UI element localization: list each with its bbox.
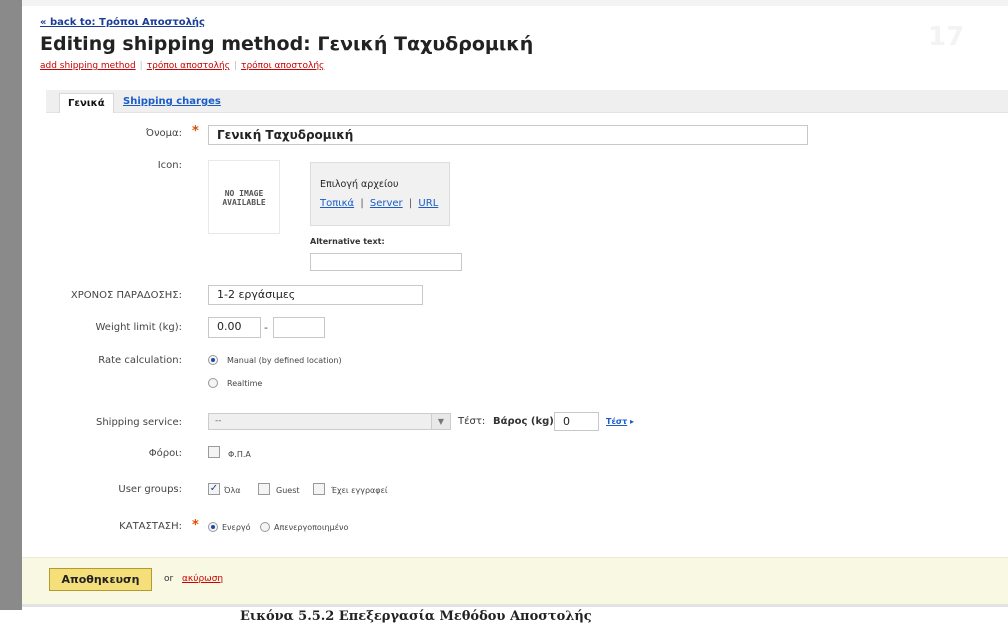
file-source-local-link[interactable]: Τοπικά bbox=[320, 198, 354, 209]
weight-min-input[interactable]: 0.00 bbox=[208, 317, 261, 338]
test-weight-input[interactable]: 0 bbox=[554, 412, 599, 431]
rate-calculation-label: Rate calculation: bbox=[98, 355, 182, 366]
add-shipping-method-link[interactable]: add shipping method bbox=[40, 61, 136, 71]
delivery-time-input[interactable]: 1-2 εργάσιμες bbox=[208, 285, 423, 305]
shipping-service-select[interactable]: -- ▼ bbox=[208, 413, 451, 430]
status-inactive-label: Απενεργοποιημένο bbox=[274, 523, 349, 532]
no-image-text-2: AVAILABLE bbox=[222, 198, 266, 207]
tax-vat-label: Φ.Π.Α bbox=[228, 450, 251, 459]
tax-vat-checkbox[interactable] bbox=[208, 446, 220, 458]
group-guest-checkbox[interactable] bbox=[258, 483, 270, 495]
shipping-service-value: -- bbox=[215, 416, 222, 426]
user-groups-label: User groups: bbox=[118, 484, 182, 495]
weight-max-input[interactable] bbox=[273, 317, 325, 338]
name-label: Όνομα: bbox=[145, 128, 182, 139]
required-mark: * bbox=[192, 518, 199, 533]
watermark: 17 bbox=[928, 22, 965, 52]
test-link[interactable]: Τέστ bbox=[606, 417, 627, 426]
shipping-methods-link[interactable]: τρόποι αποστολής bbox=[147, 61, 230, 71]
name-input[interactable]: Γενική Ταχυδρομική bbox=[208, 125, 808, 145]
tab-bar: Γενικά Shipping charges bbox=[46, 90, 1008, 113]
figure-caption: Εικόνα 5.5.2 Επεξεργασία Μεθόδου Αποστολ… bbox=[240, 609, 592, 624]
file-sources: Τοπικά | Server | URL bbox=[320, 198, 438, 209]
file-select-box: Επιλογή αρχείου Τοπικά | Server | URL bbox=[310, 162, 450, 226]
tab-shipping-charges[interactable]: Shipping charges bbox=[123, 96, 221, 107]
test-label: Τέστ: bbox=[458, 416, 486, 427]
alt-text-label: Alternative text: bbox=[310, 237, 385, 246]
or-text: or bbox=[164, 574, 174, 584]
group-guest-label: Guest bbox=[276, 486, 300, 495]
test-weight-label: Βάρος (kg) bbox=[493, 416, 554, 427]
rate-manual-radio[interactable] bbox=[208, 355, 218, 365]
shipping-methods-link-2[interactable]: τρόποι αποστολής bbox=[241, 61, 324, 71]
status-active-label: Ενεργό bbox=[222, 523, 251, 532]
no-image-text-1: NO IMAGE bbox=[224, 189, 264, 198]
header-links: add shipping method | τρόποι αποστολής | τρό… bbox=[40, 61, 325, 71]
arrow-right-icon: ▸ bbox=[630, 417, 635, 426]
chevron-down-icon[interactable]: ▼ bbox=[431, 414, 450, 429]
no-image-placeholder: NO IMAGE AVAILABLE bbox=[208, 160, 280, 234]
cancel-link[interactable]: ακύρωση bbox=[182, 574, 223, 584]
delivery-time-label: ΧΡΟΝΟΣ ΠΑΡΑΔΟΣΗΣ: bbox=[70, 290, 182, 301]
tab-general[interactable]: Γενικά bbox=[59, 93, 114, 113]
rate-realtime-label: Realtime bbox=[227, 379, 263, 388]
shipping-service-label: Shipping service: bbox=[96, 417, 182, 428]
group-registered-checkbox[interactable] bbox=[313, 483, 325, 495]
page-title: Editing shipping method: Γενική Ταχυδρομ… bbox=[40, 33, 534, 55]
file-source-separator: | bbox=[360, 198, 364, 209]
file-select-label: Επιλογή αρχείου bbox=[320, 179, 399, 190]
file-source-url-link[interactable]: URL bbox=[418, 198, 438, 209]
window-left-border bbox=[0, 0, 22, 610]
taxes-label: Φόροι: bbox=[148, 448, 182, 459]
file-source-separator: | bbox=[408, 198, 413, 209]
group-all-label: Όλα bbox=[224, 486, 241, 495]
weight-limit-label: Weight limit (kg): bbox=[95, 322, 182, 333]
file-source-server-link[interactable]: Server bbox=[370, 198, 403, 209]
status-active-radio[interactable] bbox=[208, 522, 218, 532]
back-link[interactable]: « back to: Τρόποι Αποστολής bbox=[40, 17, 205, 28]
group-registered-label: Έχει εγγραφεί bbox=[331, 486, 388, 495]
top-strip bbox=[22, 0, 1008, 6]
rate-manual-label: Manual (by defined location) bbox=[227, 356, 342, 365]
save-button[interactable]: Αποθηκευση bbox=[49, 568, 152, 591]
required-mark: * bbox=[192, 124, 199, 139]
group-all-checkbox[interactable]: ✓ bbox=[208, 483, 220, 495]
status-inactive-radio[interactable] bbox=[260, 522, 270, 532]
status-label: ΚΑΤΑΣΤΑΣΗ: bbox=[119, 521, 182, 532]
weight-separator: - bbox=[264, 321, 268, 334]
alt-text-input[interactable] bbox=[310, 253, 462, 271]
rate-realtime-radio[interactable] bbox=[208, 378, 218, 388]
bottom-divider bbox=[22, 604, 1008, 607]
icon-label: Icon: bbox=[157, 160, 182, 171]
